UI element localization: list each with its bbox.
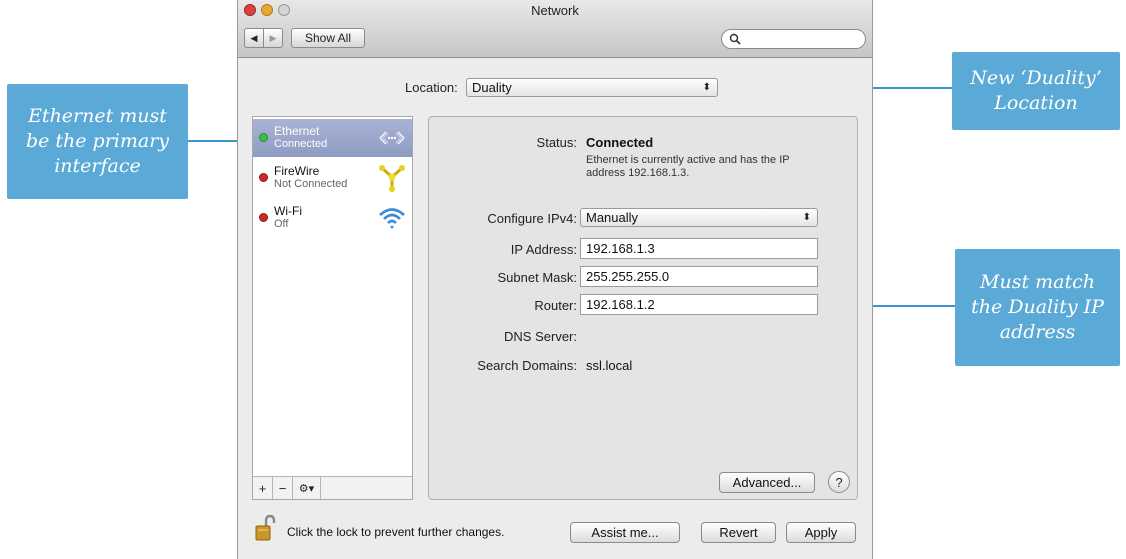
router-label: Router: <box>534 298 577 313</box>
detail-panel: Status: Connected Ethernet is currently … <box>428 116 858 500</box>
search-icon <box>729 33 741 45</box>
title-bar: Network ◀ ▶ Show All <box>238 0 872 58</box>
status-dot <box>259 173 268 182</box>
back-arrow-icon: ◀ <box>250 32 258 43</box>
ip-address-label: IP Address: <box>510 242 577 257</box>
configure-ipv4-label: Configure IPv4: <box>487 211 577 226</box>
search-domains-value: ssl.local <box>586 358 633 373</box>
action-gear-button[interactable]: ⚙▾ <box>293 477 321 499</box>
configure-ipv4-popup[interactable]: Manually ⬍ <box>580 208 818 227</box>
assist-me-button[interactable]: Assist me... <box>570 522 680 543</box>
dns-server-label: DNS Server: <box>504 329 577 344</box>
status-description-line1: Ethernet is currently active and has the… <box>586 154 790 166</box>
location-value: Duality <box>472 80 512 95</box>
location-label: Location: <box>405 80 458 95</box>
forward-button[interactable]: ▶ <box>263 28 283 48</box>
service-status: Not Connected <box>274 178 348 190</box>
search-input[interactable] <box>721 29 866 49</box>
subnet-mask-field[interactable]: 255.255.255.0 <box>580 266 818 287</box>
configure-ipv4-value: Manually <box>586 210 639 225</box>
show-all-button[interactable]: Show All <box>291 28 365 48</box>
callout-router-match: Must match the Duality IP address <box>955 249 1120 366</box>
network-window: Network ◀ ▶ Show All Location: Duality ⬍… <box>237 0 873 559</box>
service-list: Ethernet Connected FireWire Not Connecte… <box>252 116 413 500</box>
service-item-firewire[interactable]: FireWire Not Connected <box>253 159 412 197</box>
remove-service-button[interactable]: − <box>273 477 293 499</box>
callout-primary-interface: Ethernet must be the primary interface <box>7 84 188 199</box>
ethernet-icon <box>379 131 405 145</box>
back-button[interactable]: ◀ <box>244 28 264 48</box>
service-item-ethernet[interactable]: Ethernet Connected <box>253 119 412 157</box>
ip-address-field[interactable]: 192.168.1.3 <box>580 238 818 259</box>
service-item-wifi[interactable]: Wi-Fi Off <box>253 199 412 237</box>
lock-icon[interactable] <box>254 514 276 542</box>
revert-button[interactable]: Revert <box>701 522 776 543</box>
popup-arrows-icon: ⬍ <box>702 82 711 93</box>
service-name: Ethernet <box>274 124 320 138</box>
firewire-icon <box>379 165 405 192</box>
status-dot <box>259 213 268 222</box>
apply-button[interactable]: Apply <box>786 522 856 543</box>
status-dot <box>259 133 268 142</box>
status-label: Status: <box>536 135 577 150</box>
window-title: Network <box>531 3 579 18</box>
service-name: Wi-Fi <box>274 204 302 218</box>
callout-duality-location: New ‘Duality’ Location <box>952 52 1120 130</box>
service-list-toolbar: + − ⚙▾ <box>253 476 412 499</box>
service-name: FireWire <box>274 164 320 178</box>
forward-arrow-icon: ▶ <box>269 32 277 43</box>
wifi-icon <box>379 208 405 229</box>
status-description-line2: address 192.168.1.3. <box>586 167 690 179</box>
service-status: Connected <box>274 138 328 150</box>
lock-message: Click the lock to prevent further change… <box>287 525 505 539</box>
search-domains-label: Search Domains: <box>477 358 577 373</box>
service-status: Off <box>274 218 289 230</box>
location-popup[interactable]: Duality ⬍ <box>466 78 718 97</box>
router-field[interactable]: 192.168.1.2 <box>580 294 818 315</box>
subnet-mask-label: Subnet Mask: <box>497 270 578 285</box>
help-button[interactable]: ? <box>828 471 850 493</box>
status-value: Connected <box>586 135 654 150</box>
advanced-button[interactable]: Advanced... <box>719 472 815 493</box>
add-service-button[interactable]: + <box>253 477 273 499</box>
popup-arrows-icon: ⬍ <box>802 212 811 223</box>
